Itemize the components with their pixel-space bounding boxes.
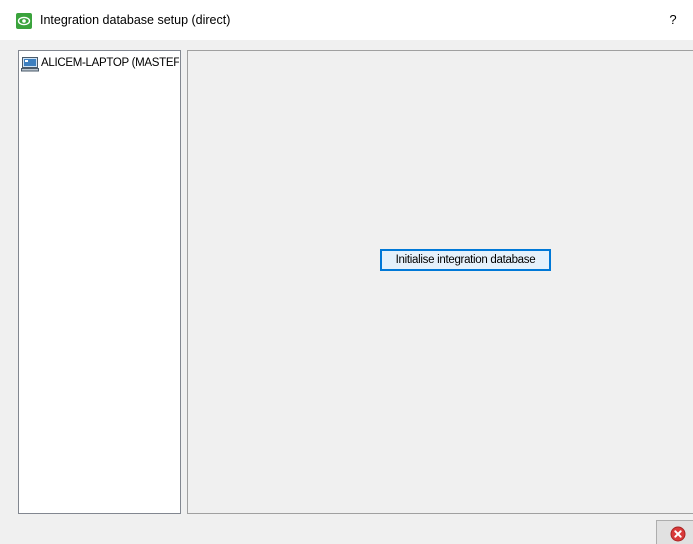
close-button[interactable] (656, 520, 693, 544)
close-icon (670, 526, 686, 542)
eye-app-icon (16, 13, 32, 29)
initialise-database-button[interactable]: Initialise integration database (380, 249, 551, 271)
site-tree-panel: ALICEM-LAPTOP (MASTEF (18, 50, 181, 514)
computer-icon (21, 56, 39, 72)
window-title: Integration database setup (direct) (40, 13, 231, 27)
tree-item-label: ALICEM-LAPTOP (MASTEF (41, 57, 179, 69)
tree-item-server[interactable]: ALICEM-LAPTOP (MASTEF (21, 55, 179, 73)
title-bar: Integration database setup (direct) ? (0, 0, 693, 40)
dialog-window: Integration database setup (direct) ? AL… (0, 0, 693, 544)
help-button[interactable]: ? (665, 11, 681, 29)
main-panel: Initialise integration database (187, 50, 693, 514)
